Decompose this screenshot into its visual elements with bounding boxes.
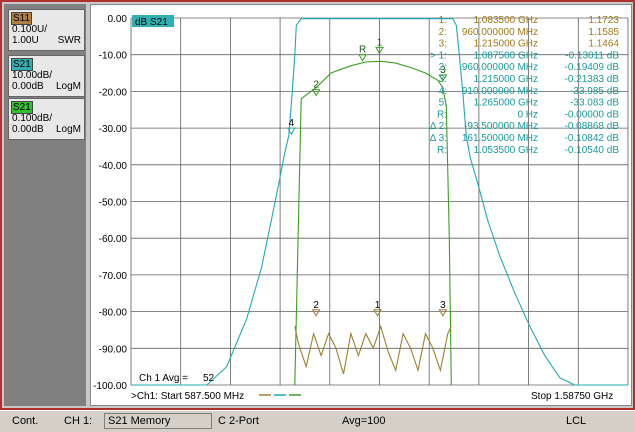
y-tick-label: -50.00 [99, 198, 128, 209]
marker-frequency: 161.500000 MHz [462, 133, 538, 144]
marker-value: -0.00000 dB [565, 109, 620, 120]
marker-id: R: [437, 109, 447, 120]
average-label: Ch 1 Avg = [139, 373, 188, 384]
marker-value: -0.10540 dB [565, 145, 620, 156]
marker-value: -33.985 dB [570, 86, 619, 97]
local-status: LCL [566, 415, 587, 427]
marker-frequency: 960.000000 MHz [462, 62, 538, 73]
channel-label: CH 1: [64, 415, 93, 427]
marker-layer: 1R2342 1 3 [286, 37, 448, 317]
marker-label: 4 [289, 118, 295, 129]
marker-value: 1.1723 [588, 15, 619, 26]
trace-ref: 0.00dB [12, 81, 44, 92]
trace-scale: 0.100U/ [12, 24, 48, 35]
marker-value: -33.083 dB [570, 98, 619, 109]
marker-label: 1 [377, 37, 383, 48]
marker-label: 2 [313, 80, 319, 91]
marker-frequency: 1.087500 GHz [474, 50, 539, 61]
marker-readout: 1: 1.083500 GHz 1.1723 2: 960.000000 MHz 1.15… [430, 15, 620, 156]
average-value: 52 [203, 373, 215, 384]
marker-value: 1.1585 [588, 27, 619, 38]
y-tick-labels: 0.00 -10.00 -20.00 -30.00 -40.00 -50.00 -60.00… [93, 14, 127, 392]
trace-box-s11[interactable]: S11 0.100U/ 1.00U SWR [8, 9, 85, 51]
stop-frequency: Stop 1.58750 GHz [531, 391, 613, 402]
y-tick-label: -80.00 [99, 308, 128, 319]
marker-id: Δ 3: [430, 133, 447, 144]
marker-id: 5: [439, 98, 447, 109]
marker-label: 3 [440, 300, 446, 311]
marker-label: R [359, 45, 366, 56]
marker-value: 1.1464 [588, 39, 619, 50]
y-tick-label: -40.00 [99, 161, 128, 172]
y-tick-label: -60.00 [99, 234, 128, 245]
marker-frequency: -93.500000 MHz [464, 121, 538, 132]
trace-format: LogM [55, 124, 81, 135]
analyzer-window: S11 0.100U/ 1.00U SWR S21 10.00dB/ 0.00d… [0, 0, 635, 410]
y-tick-label: -70.00 [99, 271, 128, 282]
chart-svg: 0.00 -10.00 -20.00 -30.00 -40.00 -50.00 -60.00… [93, 14, 629, 402]
active-trace-label: dB S21 [135, 17, 168, 28]
marker-frequency: 1.265000 GHz [474, 98, 539, 109]
marker-label: 2 [313, 300, 319, 311]
trace-ref: 1.00U [12, 35, 39, 46]
y-tick-label: -10.00 [99, 51, 128, 62]
marker-id: > 1: [430, 50, 447, 61]
series-line-1 [294, 60, 452, 386]
marker-id: 3: [439, 74, 447, 85]
sweep-mode[interactable]: Cont. [12, 415, 38, 427]
memory-field[interactable]: S21 Memory [104, 413, 212, 429]
trace-scale: 10.00dB/ [12, 70, 53, 81]
marker-id: 3: [439, 39, 447, 50]
trace-ref: 0.00dB [12, 124, 44, 135]
marker-frequency: 1.215000 GHz [474, 74, 539, 85]
marker-id: Δ 2: [430, 121, 447, 132]
y-tick-label: 0.00 [108, 14, 128, 25]
marker-id: 2: [439, 62, 447, 73]
marker-id: 4: [439, 86, 447, 97]
average-status[interactable]: Avg=100 [342, 415, 386, 427]
marker-value: -0.21383 dB [565, 74, 620, 85]
trace-format: LogM [55, 81, 81, 92]
trace-panel: S11 0.100U/ 1.00U SWR S21 10.00dB/ 0.00d… [4, 4, 86, 406]
y-tick-label: -90.00 [99, 344, 128, 355]
trace-box-s21-logm[interactable]: S21 10.00dB/ 0.00dB LogM [8, 55, 85, 97]
marker-frequency: 1.053500 GHz [474, 145, 539, 156]
y-tick-label: -30.00 [99, 124, 128, 135]
marker-value: -0.08868 dB [565, 121, 620, 132]
marker-value: -0.10842 dB [565, 133, 620, 144]
y-tick-label: -20.00 [99, 87, 128, 98]
marker-value: -0.19409 dB [565, 62, 620, 73]
trace-box-s21-fine[interactable]: S21 0.100dB/ 0.00dB LogM [8, 98, 85, 140]
marker-frequency: 0 Hz [517, 109, 538, 120]
marker-id: 2: [439, 27, 447, 38]
marker-label: 1 [375, 300, 381, 311]
marker-frequency: 1.083500 GHz [474, 15, 539, 26]
y-tick-label: -100.00 [93, 381, 127, 392]
marker-id: R: [437, 145, 447, 156]
status-bar: Cont. CH 1: S21 Memory C 2-Port Avg=100 … [0, 410, 635, 432]
trace-scale: 0.100dB/ [12, 113, 53, 124]
marker-id: 1: [439, 15, 447, 26]
marker-frequency: 910.000000 MHz [462, 86, 538, 97]
marker-frequency: 1.215000 GHz [474, 39, 539, 50]
calibration-status[interactable]: C 2-Port [218, 415, 259, 427]
marker-frequency: 960.000000 MHz [462, 27, 538, 38]
marker-value: -0.13011 dB [565, 50, 619, 61]
series-line-2 [294, 324, 452, 375]
plot-area[interactable]: 0.00 -10.00 -20.00 -30.00 -40.00 -50.00 -60.00… [90, 4, 632, 406]
trace-format: SWR [57, 35, 81, 46]
start-frequency: >Ch1: Start 587.500 MHz [131, 391, 244, 402]
